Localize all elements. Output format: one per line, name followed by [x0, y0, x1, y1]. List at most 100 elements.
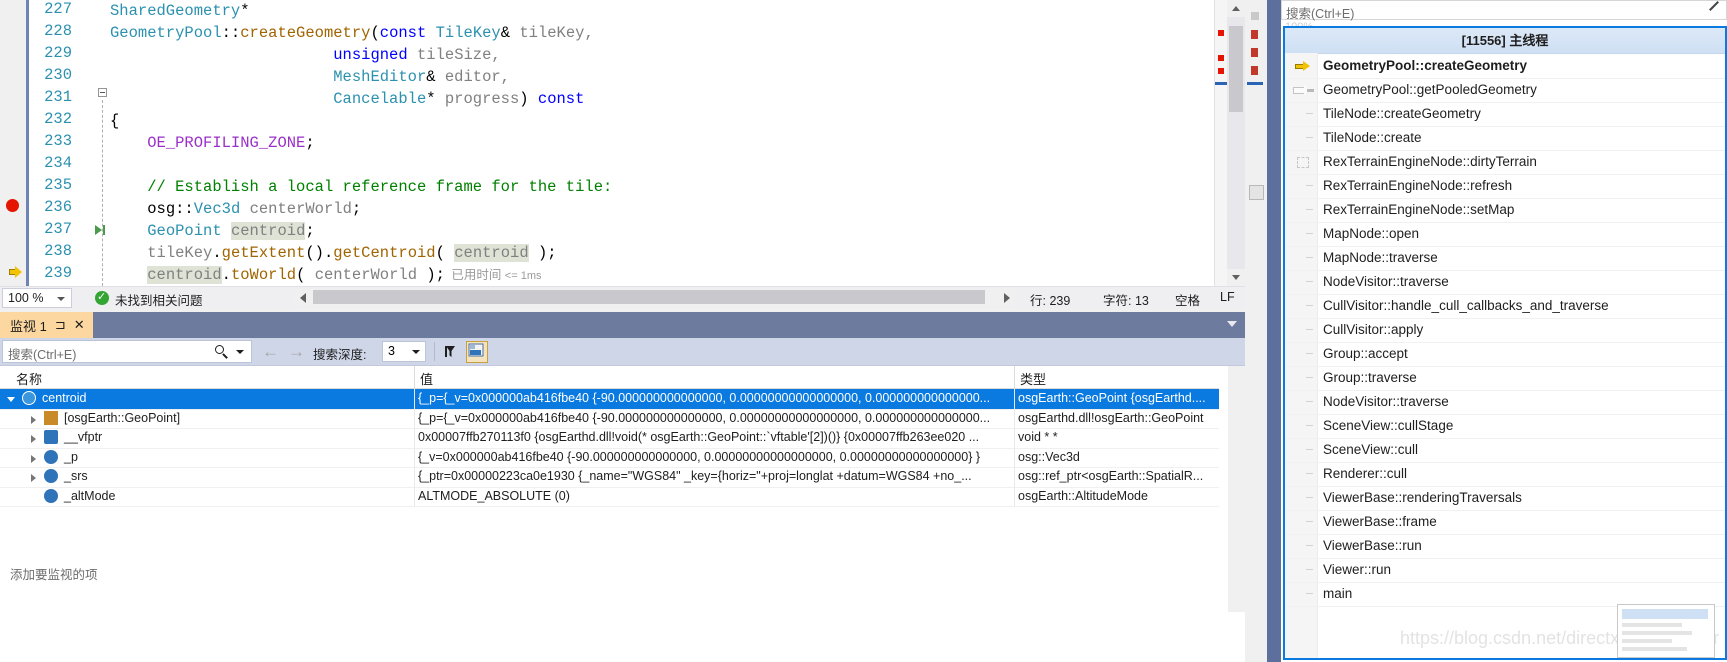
callstack-frame-row[interactable]: MapNode::open	[1285, 222, 1725, 247]
table-row[interactable]: __vfptr 0x00007ffb270113f0 {osgEarthd.dll…	[0, 428, 1219, 449]
step-into-glyph-icon[interactable]	[95, 225, 102, 235]
right-panel-scroll-strip[interactable]	[1267, 0, 1281, 662]
watch-variables-grid[interactable]: 名称 值 类型 centroid {_p={_v=0x000000ab416fbe…	[0, 366, 1219, 612]
table-row[interactable]: _p {_v=0x000000ab416fbe40 {-90.0000000000…	[0, 447, 1219, 468]
status-indent-mode: 空格	[1175, 294, 1201, 308]
column-divider[interactable]	[414, 366, 415, 388]
scroll-left-icon[interactable]	[300, 293, 306, 303]
callstack-frame-row[interactable]: ViewerBase::run	[1285, 534, 1725, 559]
code-token: ;	[351, 200, 362, 218]
callstack-frame-row[interactable]: MapNode::traverse	[1285, 246, 1725, 271]
filter-pin-icon[interactable]	[442, 342, 462, 362]
callstack-frame-row[interactable]: ViewerBase::frame	[1285, 510, 1725, 535]
scroll-down-button[interactable]	[1227, 269, 1245, 286]
magnifier-icon[interactable]	[215, 345, 229, 359]
code-token: centerWorld	[314, 266, 418, 284]
callstack-frame-label: NodeVisitor::traverse	[1323, 274, 1449, 289]
callstack-frame-label: Group::accept	[1323, 346, 1408, 361]
marker-generic	[1251, 12, 1259, 20]
callstack-frame-row[interactable]: SceneView::cull	[1285, 438, 1725, 463]
scroll-right-icon[interactable]	[1004, 293, 1010, 303]
code-line[interactable]: centroid.toWorld( centerWorld ); 已用时间 <=…	[110, 264, 541, 286]
code-line[interactable]: // Establish a local reference frame for…	[110, 176, 612, 198]
callstack-frame-row[interactable]: TileNode::createGeometry	[1285, 102, 1725, 127]
code-token: &	[500, 24, 520, 42]
callstack-frame-row[interactable]: RexTerrainEngineNode::dirtyTerrain	[1285, 150, 1725, 175]
search-previous-icon[interactable]: ←	[262, 342, 279, 361]
code-line[interactable]: OE_PROFILING_ZONE;	[110, 132, 314, 154]
code-line[interactable]: GeoPoint centroid;	[110, 220, 315, 242]
edit-icon[interactable]	[1709, 1, 1719, 11]
callstack-frame-row[interactable]: CullVisitor::apply	[1285, 318, 1725, 343]
code-line[interactable]: osg::Vec3d centerWorld;	[110, 198, 361, 220]
callstack-frame-row[interactable]: CullVisitor::handle_cull_callbacks_and_t…	[1285, 294, 1725, 319]
collapse-outlining-icon[interactable]	[98, 88, 107, 97]
add-watch-row[interactable]: 添加要监视的项	[0, 562, 1219, 582]
expander-expand-icon[interactable]	[28, 413, 40, 425]
column-header-name[interactable]: 名称	[16, 369, 42, 388]
main-area: 227 SharedGeometry* 228 GeometryPool::creat…	[0, 0, 1245, 662]
call-stack-list[interactable]: [11556] 主线程 GeometryPool::createGeometry…	[1283, 26, 1727, 660]
editor-vertical-scrollbar[interactable]	[1227, 0, 1245, 286]
table-row[interactable]: _srs {_ptr=0x00000223ca0e1930 {_name="WGS…	[0, 467, 1219, 488]
frame-marker-dash	[1306, 449, 1313, 450]
cell-divider	[1014, 486, 1015, 506]
column-header-type[interactable]: 类型	[1020, 369, 1046, 388]
callstack-frame-row[interactable]: Viewer::run	[1285, 558, 1725, 583]
search-options-chevron-down-icon[interactable]	[236, 350, 244, 354]
callstack-frame-row[interactable]: SceneView::cullStage	[1285, 414, 1725, 439]
callstack-frame-row[interactable]: TileNode::create	[1285, 126, 1725, 151]
zoom-level-combo[interactable]: 100 %	[2, 288, 72, 308]
column-header-value[interactable]: 值	[420, 369, 433, 388]
table-row[interactable]: [osgEarth::GeoPoint] {_p={_v=0x000000ab41…	[0, 408, 1219, 429]
expander-expand-icon[interactable]	[28, 452, 40, 464]
scrollbar-thumb[interactable]	[1229, 26, 1243, 112]
code-line[interactable]: tileKey.getExtent().getCentroid( centroi…	[110, 242, 557, 264]
editor-indicator-margin[interactable]	[0, 0, 26, 286]
breakpoint-icon[interactable]	[6, 199, 19, 212]
callstack-frame-row[interactable]: GeometryPool::createGeometry	[1285, 54, 1725, 79]
expander-expand-icon[interactable]	[28, 471, 40, 483]
scroll-up-button[interactable]	[1227, 0, 1245, 17]
code-token: centroid	[230, 222, 306, 240]
code-line[interactable]: GeometryPool::createGeometry(const TileK…	[110, 22, 594, 44]
table-row[interactable]: _altMode ALTMODE_ABSOLUTE (0) osgEarth::Al…	[0, 486, 1219, 507]
editor-horizontal-scrollbar[interactable]	[295, 289, 1015, 306]
code-line[interactable]: unsigned tileSize,	[110, 44, 500, 66]
code-token: tileKey,	[519, 24, 594, 42]
tab-watch-1[interactable]: 监视 1 ⊐ ✕	[0, 312, 93, 338]
callstack-frame-row[interactable]: Renderer::cull	[1285, 462, 1725, 487]
callstack-frame-row[interactable]: Group::traverse	[1285, 366, 1725, 391]
hex-display-toggle-button[interactable]	[466, 341, 488, 363]
hscrollbar-thumb[interactable]	[313, 290, 985, 304]
expander-expand-icon[interactable]	[28, 432, 40, 444]
code-line[interactable]: {	[110, 110, 119, 132]
callstack-frame-row[interactable]: ViewerBase::renderingTraversals	[1285, 486, 1725, 511]
cell-variable-type: osgEarth::AltitudeMode	[1018, 488, 1148, 503]
callstack-frame-row[interactable]: Group::accept	[1285, 342, 1725, 367]
expander-collapse-icon[interactable]	[6, 393, 18, 405]
callstack-frame-row[interactable]: NodeVisitor::traverse	[1285, 390, 1725, 415]
search-input[interactable]: 搜索(Ctrl+E)	[2, 340, 252, 363]
code-editor[interactable]: 227 SharedGeometry* 228 GeometryPool::creat…	[0, 0, 1245, 286]
table-row[interactable]: centroid {_p={_v=0x000000ab416fbe40 {-90.…	[0, 389, 1219, 410]
search-next-icon[interactable]: →	[288, 342, 305, 361]
close-icon[interactable]: ✕	[74, 317, 85, 333]
pin-icon[interactable]: ⊐	[55, 317, 66, 333]
search-depth-combo[interactable]: 3	[382, 341, 426, 362]
callstack-frame-row[interactable]: RexTerrainEngineNode::refresh	[1285, 174, 1725, 199]
code-line[interactable]: MeshEditor& editor,	[110, 66, 510, 88]
watch-vertical-scrollbar[interactable]	[1228, 366, 1245, 612]
column-divider[interactable]	[1014, 366, 1015, 388]
private-field-icon	[44, 488, 58, 503]
marker-current-line	[1247, 82, 1263, 85]
code-line[interactable]: Cancelable* progress) const	[110, 88, 584, 110]
callstack-frame-row[interactable]: RexTerrainEngineNode::setMap	[1285, 198, 1725, 223]
callstack-search-input[interactable]: 搜索(Ctrl+E)	[1281, 0, 1727, 21]
chevron-down-icon[interactable]	[1227, 321, 1237, 327]
line-number: 237	[44, 220, 72, 238]
marker-breakpoint	[1251, 66, 1258, 75]
callstack-frame-row[interactable]: NodeVisitor::traverse	[1285, 270, 1725, 295]
code-line[interactable]: SharedGeometry*	[110, 0, 250, 22]
callstack-frame-row[interactable]: GeometryPool::getPooledGeometry	[1285, 78, 1725, 103]
